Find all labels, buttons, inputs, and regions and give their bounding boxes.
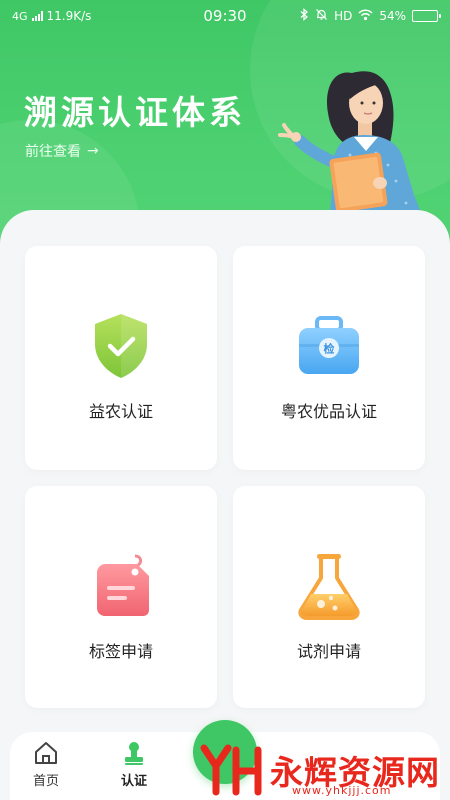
card-label: 试剂申请 — [296, 642, 361, 661]
nav-home[interactable]: 首页 — [16, 740, 76, 789]
nav-certification[interactable]: 认证 — [104, 740, 164, 789]
card-label-application[interactable]: 标签申请 — [25, 486, 217, 708]
tag-icon — [97, 554, 149, 616]
hd-label: HD — [334, 9, 353, 23]
nav-item-3[interactable] — [290, 740, 350, 744]
card-label: 标签申请 — [88, 642, 153, 661]
card-label: 益农认证 — [88, 402, 153, 421]
mute-bell-icon — [315, 8, 328, 24]
status-bar: 4G 11.9K/s 09:30 HD 54% — [0, 0, 450, 32]
card-label: 粤农优品认证 — [280, 402, 377, 421]
view-more-link[interactable]: 前往查看 → — [25, 141, 99, 161]
nav-item-4[interactable] — [376, 740, 436, 744]
signal-icon — [31, 11, 43, 21]
network-speed: 11.9K/s — [46, 9, 92, 23]
battery-percent: 54% — [379, 9, 406, 23]
bluetooth-icon — [300, 8, 309, 24]
flask-icon — [298, 554, 360, 620]
page-title: 溯源认证体系 — [24, 93, 246, 132]
stamp-icon — [125, 742, 143, 765]
nav-label: 认证 — [120, 774, 147, 789]
view-more-label: 前往查看 — [25, 144, 81, 160]
home-icon — [35, 742, 57, 764]
nav-label: 首页 — [32, 774, 59, 789]
woman-illustration — [278, 71, 422, 215]
wifi-icon — [358, 8, 373, 24]
battery-icon — [412, 10, 441, 22]
center-action-button[interactable] — [193, 720, 257, 784]
card-reagent-application[interactable]: 试剂申请 — [233, 486, 425, 708]
arrow-right-icon: → — [87, 143, 99, 159]
briefcase-inspection-icon: 检 — [299, 316, 359, 374]
network-type: 4G — [12, 9, 28, 23]
card-yuenong-certification[interactable]: 检 粤农优品认证 — [233, 246, 425, 470]
svg-text:检: 检 — [324, 342, 335, 356]
shield-check-icon — [95, 314, 147, 378]
card-yinong-certification[interactable]: 益农认证 — [25, 246, 217, 470]
